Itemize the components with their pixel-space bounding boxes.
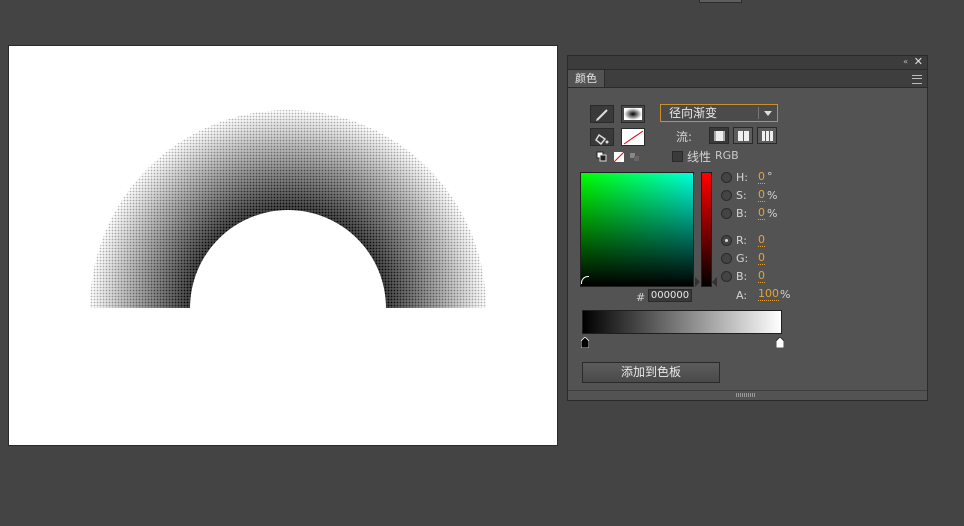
hue-label: H: (736, 171, 748, 184)
blue-label: B: (736, 270, 748, 283)
swap-colors-icons[interactable] (596, 151, 644, 163)
flow-label: 流: (676, 130, 693, 144)
flow-reflect-button[interactable] (733, 127, 753, 144)
color-slider[interactable] (701, 172, 712, 287)
pencil-icon (596, 109, 608, 121)
fill-swatch-radial[interactable] (621, 105, 645, 123)
color-picker-field[interactable] (580, 172, 694, 287)
red-label: R: (736, 234, 748, 247)
fill-type-dropdown[interactable]: 径向渐变 (660, 104, 778, 122)
rgb-label: RGB (715, 149, 739, 162)
radio-red[interactable] (721, 235, 732, 246)
flow-extend-icon (714, 131, 725, 141)
saturation-value[interactable]: 0 (758, 189, 765, 202)
hue-unit: ° (767, 170, 773, 183)
radio-brightness[interactable] (721, 208, 732, 219)
panel-menu-icon[interactable] (912, 75, 922, 84)
top-toolbar-edge (699, 0, 742, 3)
gradient-stop-white[interactable] (776, 337, 784, 348)
gradient-stop-icon (776, 337, 784, 348)
radio-hue[interactable] (721, 172, 732, 183)
resize-grip[interactable] (736, 393, 756, 397)
hex-input[interactable]: 000000 (648, 289, 692, 302)
alpha-value[interactable]: 100 (758, 288, 779, 301)
brightness-unit: % (767, 207, 778, 220)
radial-gradient-arch (90, 110, 486, 308)
gradient-preview-bar[interactable] (582, 310, 782, 334)
panel-tab-bar: 颜色 (568, 70, 927, 88)
hex-label: # (636, 291, 646, 304)
color-panel: « ✕ 颜色 径向渐变 流: 线性 RGB H: 0 ° S: 0 % B: 0… (567, 55, 928, 401)
fill-type-value: 径向渐变 (669, 106, 718, 120)
brightness-label: B: (736, 207, 748, 220)
green-label: G: (736, 252, 749, 265)
flow-reflect-icon (738, 131, 749, 141)
radio-blue[interactable] (721, 271, 732, 282)
saturation-label: S: (736, 189, 747, 202)
radial-swatch-icon (624, 108, 642, 120)
linear-rgb-checkbox[interactable] (672, 151, 683, 162)
panel-bottom-divider (568, 390, 927, 391)
tab-color[interactable]: 颜色 (568, 70, 605, 87)
color-field-cursor[interactable] (581, 276, 589, 284)
blue-value[interactable]: 0 (758, 270, 765, 283)
red-value[interactable]: 0 (758, 234, 765, 247)
radio-green[interactable] (721, 253, 732, 264)
chevron-down-icon (764, 111, 772, 116)
flow-repeat-icon (762, 131, 773, 141)
saturation-unit: % (767, 189, 778, 202)
green-value[interactable]: 0 (758, 252, 765, 265)
gradient-stop-icon (581, 337, 589, 348)
panel-title-bar: « ✕ (568, 55, 927, 70)
stage-canvas[interactable] (8, 45, 558, 446)
add-to-swatches-button[interactable]: 添加到色板 (582, 362, 720, 383)
hue-value[interactable]: 0 (758, 171, 765, 184)
fill-color-button[interactable] (590, 128, 614, 146)
alpha-unit: % (780, 288, 791, 301)
brightness-value[interactable]: 0 (758, 207, 765, 220)
close-icon[interactable]: ✕ (914, 55, 923, 68)
dropdown-separator (758, 107, 759, 119)
no-color-icon (623, 130, 644, 145)
flow-repeat-button[interactable] (757, 127, 777, 144)
stroke-color-button[interactable] (590, 105, 614, 123)
linear-label: 线性 (687, 150, 712, 164)
paint-bucket-icon (595, 133, 609, 146)
stroke-swatch-none[interactable] (621, 128, 645, 146)
slider-handle-right[interactable] (712, 277, 717, 287)
slider-handle-left[interactable] (695, 277, 700, 287)
gradient-stop-black[interactable] (581, 337, 589, 348)
alpha-label: A: (736, 289, 748, 302)
flow-extend-button[interactable] (709, 127, 729, 144)
collapse-icon[interactable]: « (903, 57, 908, 66)
radio-saturation[interactable] (721, 190, 732, 201)
